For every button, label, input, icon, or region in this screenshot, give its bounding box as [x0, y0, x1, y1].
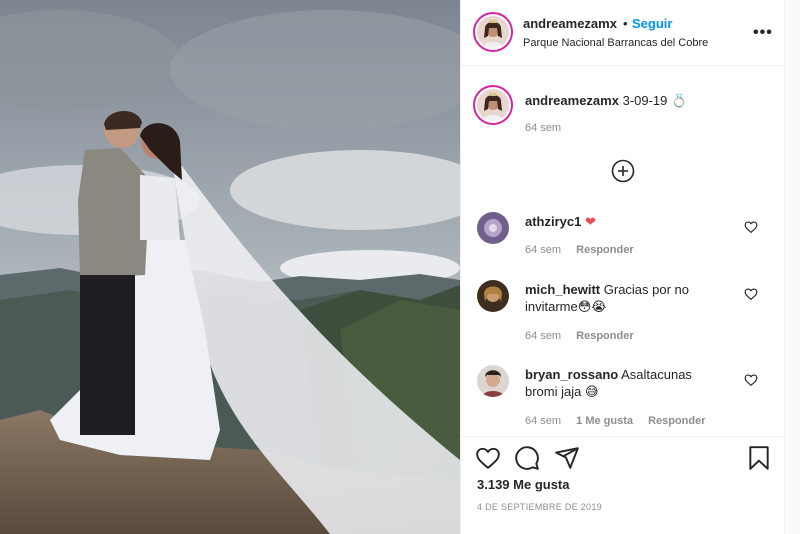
comment-meta: 64 sem 1 Me gusta Responder [525, 415, 718, 427]
post-photo[interactable] [0, 0, 460, 534]
comment-like-heart-icon[interactable] [744, 373, 758, 387]
comment-meta: 64 sem Responder [525, 330, 646, 342]
caption-text: andreamezamx 3-09-19 💍 [525, 92, 765, 109]
heart-icon[interactable] [475, 445, 501, 471]
post-header: andreamezamx • Seguir Parque Nacional Ba… [461, 0, 784, 66]
comment-avatar[interactable] [477, 212, 509, 244]
comment-username[interactable]: athziryc1 [525, 214, 581, 229]
bookmark-icon[interactable] [746, 445, 772, 471]
share-icon[interactable] [554, 445, 580, 471]
author-username[interactable]: andreamezamx [523, 16, 617, 31]
comment-age[interactable]: 64 sem [525, 415, 561, 427]
ring-emoji: 💍 [671, 93, 688, 108]
comments-section[interactable]: andreamezamx 3-09-19 💍 64 sem athziryc1 … [461, 66, 784, 436]
comment-age[interactable]: 64 sem [525, 244, 561, 256]
author-avatar[interactable] [473, 12, 513, 52]
post-location[interactable]: Parque Nacional Barrancas del Cobre [523, 37, 708, 49]
separator-dot: • [623, 16, 628, 31]
avatar-image [477, 212, 509, 244]
comment-emoji: 😳😭 [577, 299, 607, 314]
plus-circle-icon[interactable] [611, 159, 635, 183]
comment-meta: 64 sem Responder [525, 244, 646, 256]
post-detail-panel: andreamezamx • Seguir Parque Nacional Ba… [460, 0, 785, 534]
comment-like-heart-icon[interactable] [744, 220, 758, 234]
comment-emoji: 😅 [584, 384, 599, 399]
page-background [785, 0, 800, 534]
reply-button[interactable]: Responder [576, 330, 633, 342]
comment-like-heart-icon[interactable] [744, 287, 758, 301]
avatar-image [477, 365, 509, 397]
comment-avatar[interactable] [477, 365, 509, 397]
post-actions: 3.139 Me gusta 4 DE SEPTIEMBRE DE 2019 [461, 436, 784, 534]
comment-username[interactable]: mich_hewitt [525, 282, 600, 297]
avatar-image [477, 280, 509, 312]
more-options-icon[interactable]: ••• [753, 24, 773, 42]
follow-button[interactable]: Seguir [632, 16, 672, 31]
caption-avatar[interactable] [473, 85, 513, 125]
caption-age[interactable]: 64 sem [525, 122, 561, 134]
comment-text: bryan_rossano Asaltacunas bromi jaja 😅 [525, 366, 705, 400]
comment-like-count[interactable]: 1 Me gusta [576, 415, 633, 427]
caption-meta: 64 sem [525, 122, 573, 134]
caption-username[interactable]: andreamezamx [525, 93, 619, 108]
caption-body: 3-09-19 [622, 93, 668, 108]
comment-icon[interactable] [514, 445, 540, 471]
avatar-image [477, 16, 509, 48]
comment-text: athziryc1 ❤ [525, 213, 725, 230]
comment-text: mich_hewitt Gracias por no invitarme😳😭 [525, 281, 705, 315]
wedding-photo-image [0, 0, 460, 534]
comment-age[interactable]: 64 sem [525, 330, 561, 342]
comment-avatar[interactable] [477, 280, 509, 312]
red-heart-emoji: ❤ [585, 214, 596, 229]
reply-button[interactable]: Responder [576, 244, 633, 256]
reply-button[interactable]: Responder [648, 415, 705, 427]
comment-username[interactable]: bryan_rossano [525, 367, 618, 382]
like-count[interactable]: 3.139 Me gusta [477, 477, 570, 492]
post-date[interactable]: 4 DE SEPTIEMBRE DE 2019 [477, 502, 602, 512]
avatar-image [477, 89, 509, 121]
